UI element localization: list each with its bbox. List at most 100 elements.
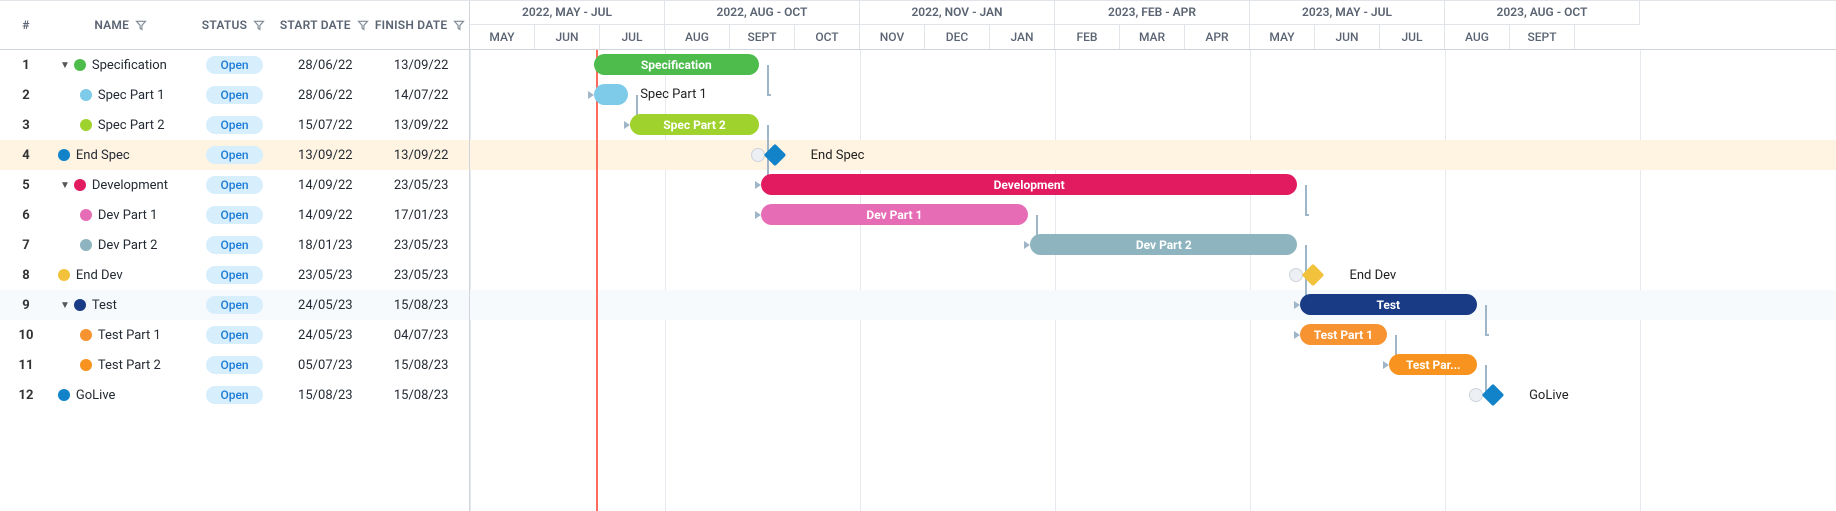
table-row[interactable]: 7Dev Part 2Open18/01/2323/05/23 <box>0 230 469 260</box>
gantt-bar[interactable]: Spec Part 2 <box>630 114 758 135</box>
timeline-month-header[interactable]: FEB <box>1055 25 1120 49</box>
gantt-bar[interactable]: Spec Part 1 <box>594 84 628 105</box>
status-badge[interactable]: Open <box>206 356 262 374</box>
chevron-down-icon[interactable]: ▼ <box>58 178 72 192</box>
dependency-arrow-icon <box>755 181 761 189</box>
col-header-name-label: NAME <box>94 18 129 32</box>
timeline-month-header[interactable]: JUN <box>1315 25 1380 49</box>
col-header-start[interactable]: START DATE <box>277 1 373 49</box>
timeline-month-header[interactable]: JUL <box>1380 25 1445 49</box>
dependency-line <box>1305 214 1309 216</box>
timeline-month-header[interactable]: OCT <box>795 25 860 49</box>
timeline-quarter-header[interactable]: 2023, AUG - OCT <box>1445 1 1640 25</box>
timeline-month-header[interactable]: MAY <box>1250 25 1315 49</box>
timeline-month-header[interactable]: JAN <box>990 25 1055 49</box>
status-badge[interactable]: Open <box>206 206 262 224</box>
gantt-bar[interactable]: Test Part 1 <box>1300 324 1388 345</box>
col-header-name[interactable]: NAME <box>52 1 192 49</box>
row-name-cell[interactable]: Dev Part 2 <box>52 230 192 260</box>
row-start-date: 24/05/23 <box>277 320 373 350</box>
status-badge[interactable]: Open <box>206 326 262 344</box>
row-name-cell[interactable]: Dev Part 1 <box>52 200 192 230</box>
timeline-quarter-header[interactable]: 2022, AUG - OCT <box>665 1 860 25</box>
row-status-cell: Open <box>192 140 278 170</box>
row-start-date: 13/09/22 <box>277 140 373 170</box>
table-row[interactable]: 2Spec Part 1Open28/06/2214/07/22 <box>0 80 469 110</box>
table-row[interactable]: 3Spec Part 2Open15/07/2213/09/22 <box>0 110 469 140</box>
col-header-number[interactable]: # <box>0 1 52 49</box>
table-row[interactable]: 8End DevOpen23/05/2323/05/23 <box>0 260 469 290</box>
status-badge[interactable]: Open <box>206 176 262 194</box>
status-badge[interactable]: Open <box>206 296 262 314</box>
gantt-bar[interactable]: Specification <box>594 54 759 75</box>
col-header-start-label: START DATE <box>280 18 351 32</box>
filter-icon[interactable] <box>355 17 371 33</box>
timeline-month-header[interactable]: SEPT <box>730 25 795 49</box>
today-marker <box>596 50 598 511</box>
table-row[interactable]: 12GoLiveOpen15/08/2315/08/23 <box>0 380 469 410</box>
status-badge[interactable]: Open <box>206 86 262 104</box>
row-name-cell[interactable]: Spec Part 2 <box>52 110 192 140</box>
row-name-cell[interactable]: ▼Test <box>52 290 192 320</box>
timeline-quarter-header[interactable]: 2023, FEB - APR <box>1055 1 1250 25</box>
filter-icon[interactable] <box>451 17 467 33</box>
timeline-body[interactable]: Specification Spec Part 1Spec Part 2 End S… <box>470 50 1836 511</box>
row-name-cell[interactable]: Test Part 1 <box>52 320 192 350</box>
row-name-cell[interactable]: End Spec <box>52 140 192 170</box>
timeline-month-header[interactable]: JUN <box>535 25 600 49</box>
row-name-cell[interactable]: ▼Specification <box>52 50 192 80</box>
filter-icon[interactable] <box>251 17 267 33</box>
timeline-month-header[interactable]: DEC <box>925 25 990 49</box>
timeline-month-header[interactable]: APR <box>1185 25 1250 49</box>
gantt-bar[interactable]: Development <box>761 174 1298 195</box>
timeline-month-header[interactable]: AUG <box>665 25 730 49</box>
table-row[interactable]: 6Dev Part 1Open14/09/2217/01/23 <box>0 200 469 230</box>
table-row[interactable]: 9▼TestOpen24/05/2315/08/23 <box>0 290 469 320</box>
timeline-row <box>470 290 1836 320</box>
row-name-cell[interactable]: ▼Development <box>52 170 192 200</box>
timeline-quarter-header[interactable]: 2022, NOV - JAN <box>860 1 1055 25</box>
table-row[interactable]: 10Test Part 1Open24/05/2304/07/23 <box>0 320 469 350</box>
table-row[interactable]: 5▼DevelopmentOpen14/09/2223/05/23 <box>0 170 469 200</box>
timeline-month-header[interactable]: MAY <box>470 25 535 49</box>
timeline-month-header[interactable]: NOV <box>860 25 925 49</box>
gantt-bar[interactable]: Dev Part 1 <box>761 204 1028 225</box>
timeline-quarter-header[interactable]: 2023, MAY - JUL <box>1250 1 1445 25</box>
col-header-status[interactable]: STATUS <box>192 1 278 49</box>
col-header-finish[interactable]: FINISH DATE <box>373 1 469 49</box>
status-badge[interactable]: Open <box>206 146 262 164</box>
table-row[interactable]: 4End SpecOpen13/09/2213/09/22 <box>0 140 469 170</box>
status-badge[interactable]: Open <box>206 116 262 134</box>
timeline-month-header[interactable]: AUG <box>1445 25 1510 49</box>
timeline-month-header[interactable]: SEPT <box>1510 25 1575 49</box>
row-name-cell[interactable]: Spec Part 1 <box>52 80 192 110</box>
row-name-cell[interactable]: GoLive <box>52 380 192 410</box>
row-number: 9 <box>0 290 52 320</box>
task-name-label: Dev Part 2 <box>98 238 158 253</box>
status-badge[interactable]: Open <box>206 56 262 74</box>
timeline-quarter-header[interactable]: 2022, MAY - JUL <box>470 1 665 25</box>
gantt-bar[interactable]: Test <box>1300 294 1477 315</box>
milestone[interactable]: End Dev <box>1289 265 1396 285</box>
row-finish-date: 13/09/22 <box>373 140 469 170</box>
milestone[interactable]: GoLive <box>1469 385 1569 405</box>
gantt-bar[interactable]: Test Par... <box>1389 354 1477 375</box>
table-row[interactable]: 1▼SpecificationOpen28/06/2213/09/22 <box>0 50 469 80</box>
table-row[interactable]: 11Test Part 2Open05/07/2315/08/23 <box>0 350 469 380</box>
milestone[interactable]: End Spec <box>751 145 865 165</box>
status-badge[interactable]: Open <box>206 266 262 284</box>
gantt-bar[interactable]: Dev Part 2 <box>1030 234 1297 255</box>
row-name-cell[interactable]: Test Part 2 <box>52 350 192 380</box>
chevron-down-icon[interactable]: ▼ <box>58 58 72 72</box>
row-status-cell: Open <box>192 170 278 200</box>
timeline-month-header[interactable]: JUL <box>600 25 665 49</box>
filter-icon[interactable] <box>133 17 149 33</box>
status-badge[interactable]: Open <box>206 236 262 254</box>
row-number: 5 <box>0 170 52 200</box>
timeline-panel[interactable]: 2022, MAY - JUL2022, AUG - OCT2022, NOV … <box>470 1 1836 511</box>
row-name-cell[interactable]: End Dev <box>52 260 192 290</box>
status-badge[interactable]: Open <box>206 386 262 404</box>
timeline-month-header[interactable]: MAR <box>1120 25 1185 49</box>
chevron-down-icon[interactable]: ▼ <box>58 298 72 312</box>
timeline-row <box>470 380 1836 410</box>
